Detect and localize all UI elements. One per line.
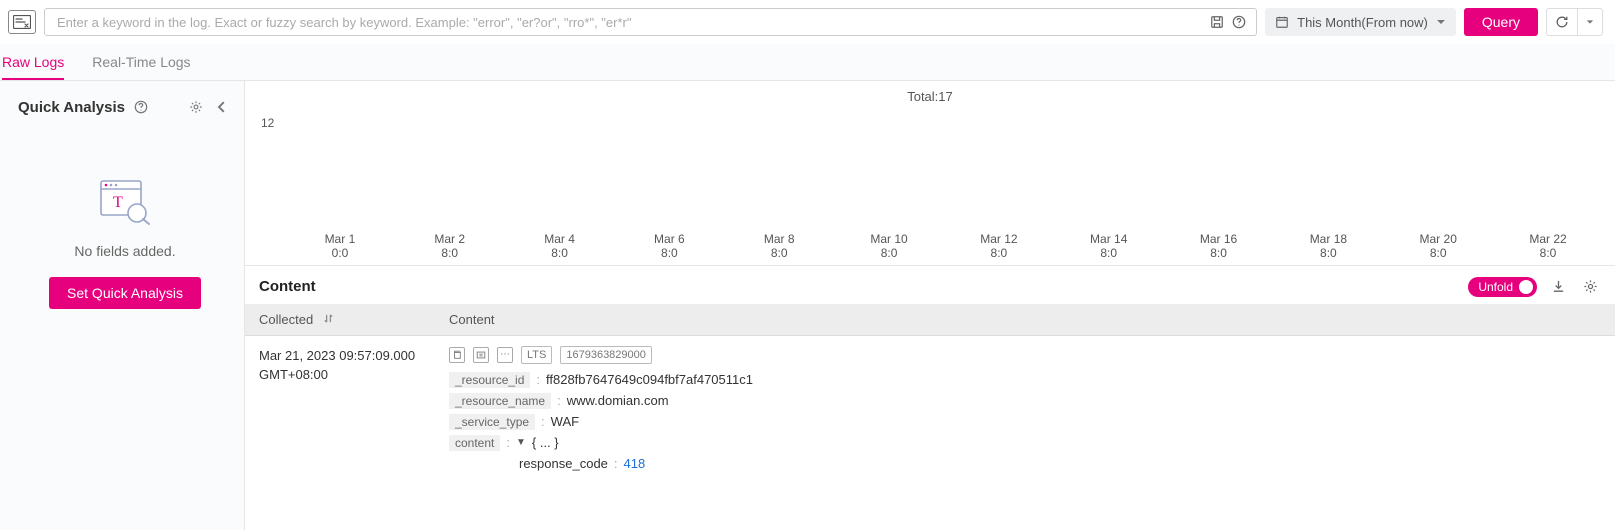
histogram-x-axis: Mar 10:0Mar 28:0Mar 48:0Mar 68:0Mar 88:0… (285, 232, 1603, 261)
histogram-x-tick: Mar 68:0 (614, 232, 724, 261)
column-collected[interactable]: Collected (245, 304, 435, 336)
main-area: Quick Analysis (0, 81, 1615, 530)
svg-text:T: T (113, 194, 123, 211)
histogram-x-tick: Mar 28:0 (395, 232, 505, 261)
kv-service-type: _service_type : WAF (449, 414, 1601, 430)
histogram-x-tick: Mar 108:0 (834, 232, 944, 261)
tab-realtime-logs[interactable]: Real-Time Logs (92, 44, 190, 80)
help-icon[interactable] (1228, 11, 1250, 33)
histogram-total: Total:17 (257, 89, 1603, 104)
query-button[interactable]: Query (1464, 8, 1538, 36)
top-bar: This Month(From now) Query (0, 0, 1615, 44)
log-table: Collected Content Mar 21, 2023 09:57:09.… (245, 304, 1615, 486)
empty-illustration-icon: T (95, 177, 155, 225)
quick-analysis-header: Quick Analysis (18, 97, 232, 117)
kv-resource-name: _resource_name : www.domian.com (449, 393, 1601, 409)
kv-response-code: response_code : 418 (519, 456, 1601, 471)
histogram-x-tick: Mar 188:0 (1273, 232, 1383, 261)
refresh-button[interactable] (1547, 9, 1577, 35)
lts-badge: LTS (521, 346, 552, 364)
tab-raw-logs[interactable]: Raw Logs (2, 44, 64, 80)
histogram-ylabel: 12 (261, 116, 274, 130)
column-content: Content (435, 304, 1615, 336)
refresh-group (1546, 8, 1603, 36)
collapse-sidebar-icon[interactable] (212, 97, 232, 117)
refresh-dropdown[interactable] (1577, 9, 1602, 35)
more-icon[interactable] (497, 347, 513, 363)
toggle-knob (1519, 280, 1533, 294)
calendar-icon (1275, 15, 1289, 29)
unfold-toggle[interactable]: Unfold (1468, 277, 1537, 297)
histogram-x-tick: Mar 128:0 (944, 232, 1054, 261)
epoch-badge: 1679363829000 (560, 346, 652, 364)
content-cell: LTS 1679363829000 _resource_id : ff828fb… (435, 335, 1615, 486)
quick-analysis-empty: T No fields added. Set Quick Analysis (18, 117, 232, 518)
collected-cell: Mar 21, 2023 09:57:09.000 GMT+08:00 (245, 335, 435, 486)
download-icon[interactable] (1547, 276, 1569, 298)
histogram-area: Total:17 12 Mar 10:0Mar 28:0Mar 48:0Mar … (245, 81, 1615, 265)
quick-analysis-panel: Quick Analysis (0, 81, 245, 530)
gear-icon[interactable] (186, 97, 206, 117)
histogram-x-tick: Mar 208:0 (1383, 232, 1493, 261)
histogram-x-tick: Mar 88:0 (724, 232, 834, 261)
right-panel: Total:17 12 Mar 10:0Mar 28:0Mar 48:0Mar … (245, 81, 1615, 530)
log-tabs: Raw Logs Real-Time Logs (0, 44, 1615, 81)
content-title: Content (259, 278, 316, 295)
histogram-x-tick: Mar 148:0 (1054, 232, 1164, 261)
settings-icon[interactable] (1579, 276, 1601, 298)
copy-icon[interactable] (449, 347, 465, 363)
histogram-x-tick: Mar 10:0 (285, 232, 395, 261)
table-row: Mar 21, 2023 09:57:09.000 GMT+08:00 (245, 335, 1615, 486)
help-icon[interactable] (131, 97, 151, 117)
context-icon[interactable] (473, 347, 489, 363)
collapse-content-icon[interactable]: ▼ (516, 437, 526, 448)
chevron-down-icon (1436, 17, 1446, 27)
set-quick-analysis-button[interactable]: Set Quick Analysis (49, 277, 201, 309)
histogram-x-tick: Mar 228:0 (1493, 232, 1603, 261)
kv-content: content : ▼ { ... } (449, 435, 1601, 451)
quick-analysis-empty-text: No fields added. (74, 243, 175, 259)
date-range-label: This Month(From now) (1297, 15, 1428, 30)
save-search-icon[interactable] (1206, 11, 1228, 33)
date-range-picker[interactable]: This Month(From now) (1265, 8, 1456, 36)
content-header: Content Unfold (245, 265, 1615, 304)
histogram-x-tick: Mar 168:0 (1164, 232, 1274, 261)
histogram-x-tick: Mar 48:0 (505, 232, 615, 261)
sql-mode-toggle[interactable] (8, 10, 36, 34)
search-input[interactable] (51, 11, 1206, 34)
sort-icon[interactable] (323, 315, 334, 327)
log-badges: LTS 1679363829000 (449, 346, 1601, 364)
quick-analysis-title: Quick Analysis (18, 99, 125, 116)
histogram-chart: 12 (285, 108, 1603, 228)
search-input-wrap (44, 8, 1257, 36)
kv-resource-id: _resource_id : ff828fb7647649c094fbf7af4… (449, 372, 1601, 388)
